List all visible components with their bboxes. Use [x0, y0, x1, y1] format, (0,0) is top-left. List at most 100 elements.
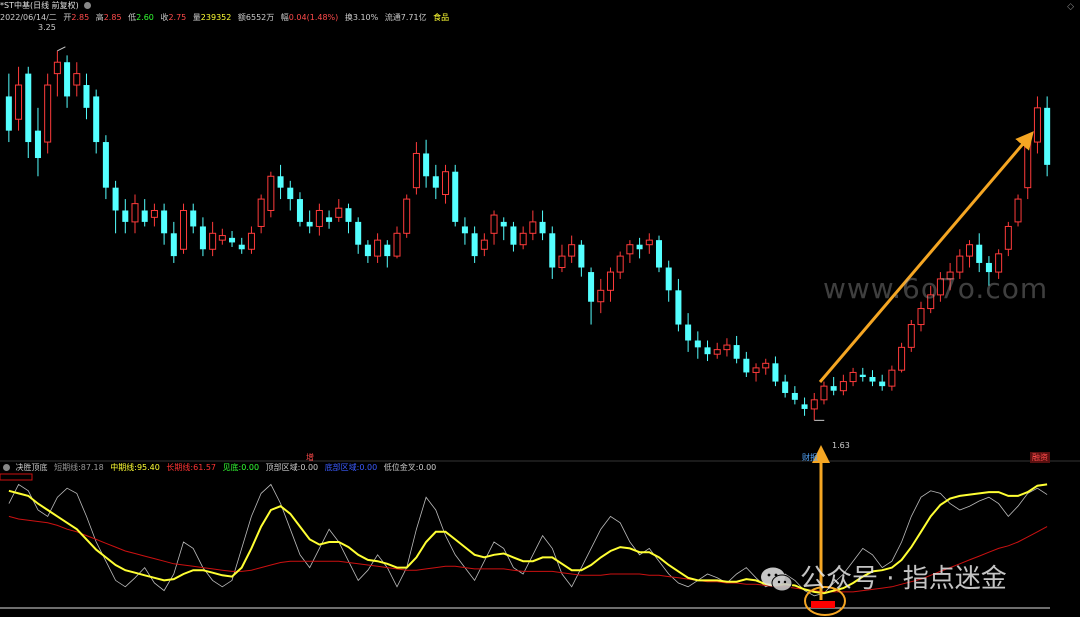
- candle-body: [713, 349, 721, 355]
- candle: [1024, 135, 1032, 200]
- candle-body: [345, 208, 352, 222]
- candle: [412, 142, 420, 195]
- candle: [801, 397, 808, 416]
- event-tag-finance[interactable]: 融资: [1030, 452, 1050, 463]
- candle: [277, 164, 284, 200]
- candle: [743, 351, 750, 378]
- candle: [423, 139, 430, 188]
- candle-body: [1014, 198, 1022, 223]
- candle: [15, 66, 23, 131]
- candle-body: [64, 62, 71, 97]
- candle-body: [879, 381, 886, 387]
- candle: [209, 221, 217, 257]
- candle: [500, 217, 507, 241]
- candle: [267, 171, 275, 218]
- event-tag-zeng[interactable]: 增: [306, 452, 314, 463]
- candle-body: [403, 198, 411, 234]
- candle: [820, 381, 828, 405]
- candle: [549, 226, 556, 279]
- candle: [326, 210, 333, 229]
- indicator-bottom: 0.00: [241, 463, 260, 472]
- candle: [122, 199, 129, 234]
- candle-body: [549, 233, 556, 268]
- candle: [839, 374, 847, 396]
- candle-body: [247, 232, 255, 250]
- candle-body: [733, 345, 740, 359]
- wechat-logo-icon: [761, 567, 793, 591]
- candle: [539, 210, 546, 241]
- candle: [93, 89, 100, 154]
- event-tag-report[interactable]: 财报: [802, 452, 818, 463]
- candle-body: [218, 235, 226, 241]
- quote-low: 2.60: [136, 13, 154, 22]
- candle: [393, 226, 401, 259]
- candle: [355, 217, 362, 254]
- candle-body: [267, 175, 275, 211]
- quote-change: 0.04(1.48%): [288, 13, 339, 22]
- candle: [5, 73, 12, 143]
- candle-body: [141, 210, 148, 222]
- candle-body: [849, 371, 857, 383]
- candle-body: [859, 374, 866, 378]
- indicator-settings-icon[interactable]: [3, 464, 10, 471]
- quote-header: 2022/06/14/二 开2.85 高2.85 低2.60 收2.75 量23…: [0, 13, 450, 22]
- candle-body: [510, 226, 517, 245]
- candle: [529, 210, 537, 241]
- candle: [257, 194, 265, 234]
- candle: [713, 342, 721, 359]
- candle-body: [976, 244, 983, 263]
- candle-body: [122, 210, 129, 222]
- candle: [723, 338, 731, 357]
- wechat-text: 公众号 · 指点迷金: [800, 564, 1007, 594]
- candle: [247, 226, 255, 254]
- candle-body: [471, 233, 478, 257]
- candle: [626, 240, 634, 263]
- candle: [578, 240, 585, 277]
- candle: [44, 73, 52, 154]
- candle: [1044, 96, 1051, 177]
- indicator-short: 87.18: [80, 463, 104, 472]
- indicator-legend-box: [0, 473, 33, 481]
- candle: [597, 278, 605, 314]
- candle: [131, 194, 139, 234]
- candle-body: [801, 404, 808, 409]
- indicator-bottom-zone: 0.00: [359, 463, 378, 472]
- settings-dot-icon[interactable]: [84, 2, 92, 9]
- candle: [704, 340, 711, 362]
- candle: [645, 233, 653, 254]
- indicator-golden-cross: 0.00: [418, 463, 437, 472]
- candle: [830, 377, 837, 396]
- candle: [53, 50, 61, 97]
- candle: [510, 221, 517, 252]
- candle-body: [723, 344, 731, 351]
- stock-name[interactable]: *ST中基(日线 前复权): [0, 1, 79, 10]
- candle-body: [772, 363, 779, 382]
- candle-body: [539, 221, 546, 234]
- candle-body: [423, 153, 430, 177]
- candle-body: [655, 240, 663, 268]
- quote-sector[interactable]: 食品: [433, 13, 449, 22]
- candle: [218, 228, 226, 245]
- indicator-name[interactable]: 决胜顶底: [16, 463, 48, 472]
- main-header: *ST中基(日线 前复权): [0, 0, 94, 12]
- candle-body: [762, 362, 770, 369]
- candle-body: [675, 290, 682, 325]
- candle-body: [616, 255, 624, 273]
- candle-body: [704, 347, 711, 355]
- quote-float: 7.71亿: [400, 13, 427, 22]
- candle: [25, 66, 32, 159]
- candle: [229, 231, 236, 247]
- candle-body: [830, 386, 837, 391]
- indicator-long: 61.57: [193, 463, 217, 472]
- candle: [519, 226, 527, 250]
- candle: [150, 203, 158, 227]
- candle-body: [869, 377, 876, 382]
- quote-volume: 239352: [200, 13, 232, 22]
- candle: [568, 235, 576, 263]
- candle: [403, 194, 411, 238]
- collapse-icon[interactable]: ◇: [1067, 2, 1074, 12]
- candle-body: [209, 232, 217, 250]
- candle: [675, 278, 682, 332]
- candle: [685, 313, 692, 352]
- candle-body: [393, 232, 401, 257]
